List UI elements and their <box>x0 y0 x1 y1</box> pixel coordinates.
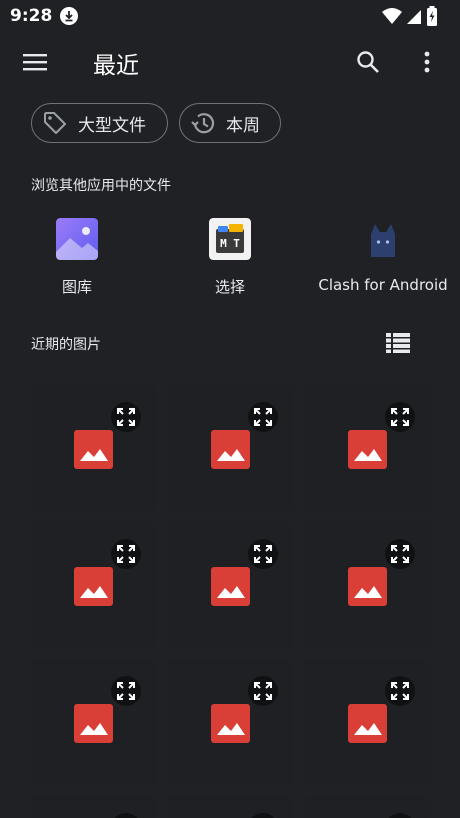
list-view-icon <box>386 333 410 353</box>
expand-preview-button[interactable] <box>385 676 415 706</box>
image-thumbnail[interactable] <box>167 522 293 648</box>
expand-preview-button[interactable] <box>385 402 415 432</box>
history-icon <box>190 110 216 136</box>
recent-images-label: 近期的图片 <box>31 337 101 353</box>
more-options-button[interactable] <box>408 42 446 82</box>
hamburger-menu-icon <box>23 54 47 71</box>
app-tile-mt-label: 选择 <box>214 278 245 296</box>
image-thumbnail[interactable] <box>304 659 430 785</box>
app-tile-gallery[interactable]: 图库 <box>12 218 142 297</box>
fullscreen-icon <box>254 682 272 700</box>
image-thumbnail[interactable] <box>167 659 293 785</box>
expand-preview-button[interactable] <box>248 676 278 706</box>
tag-icon <box>42 110 68 136</box>
image-placeholder-icon <box>348 704 387 743</box>
status-indicators <box>382 6 438 26</box>
status-time: 9:28 <box>10 6 53 26</box>
wifi-icon <box>382 8 402 24</box>
chip-this-week[interactable]: 本周 <box>179 103 281 143</box>
image-placeholder-icon <box>74 567 113 606</box>
expand-preview-button[interactable] <box>111 402 141 432</box>
image-placeholder-icon <box>74 704 113 743</box>
status-bar: 9:28 <box>0 0 460 32</box>
expand-preview-button[interactable] <box>248 813 278 818</box>
download-icon <box>60 7 79 25</box>
image-thumbnail[interactable] <box>304 522 430 648</box>
fullscreen-icon <box>391 408 409 426</box>
signal-icon <box>407 10 421 24</box>
menu-button[interactable] <box>12 42 58 82</box>
image-placeholder-icon <box>348 430 387 469</box>
fullscreen-icon <box>117 408 135 426</box>
fullscreen-icon <box>117 545 135 563</box>
expand-preview-button[interactable] <box>111 539 141 569</box>
list-view-toggle-button[interactable] <box>382 328 414 358</box>
image-thumbnail[interactable] <box>30 796 156 818</box>
page-title: 最近 <box>93 53 139 79</box>
expand-preview-button[interactable] <box>111 813 141 818</box>
image-thumbnail[interactable] <box>304 385 430 511</box>
app-tile-mt[interactable]: M T 选择 <box>165 218 295 297</box>
search-icon <box>357 51 379 73</box>
clash-cat-icon <box>362 218 404 260</box>
mt-app-icon: M T <box>209 218 251 260</box>
app-tile-gallery-label: 图库 <box>61 278 92 296</box>
browse-section-label: 浏览其他应用中的文件 <box>31 178 171 194</box>
image-thumbnail[interactable] <box>30 659 156 785</box>
search-button[interactable] <box>346 42 390 82</box>
image-placeholder-icon <box>211 704 250 743</box>
image-placeholder-icon <box>74 430 113 469</box>
image-placeholder-icon <box>211 567 250 606</box>
expand-preview-button[interactable] <box>111 676 141 706</box>
fullscreen-icon <box>391 682 409 700</box>
image-thumbnail[interactable] <box>30 522 156 648</box>
chip-large-files[interactable]: 大型文件 <box>31 103 168 143</box>
expand-preview-button[interactable] <box>248 539 278 569</box>
image-placeholder-icon <box>211 430 250 469</box>
image-thumbnail[interactable] <box>30 385 156 511</box>
fullscreen-icon <box>117 682 135 700</box>
fullscreen-icon <box>391 545 409 563</box>
app-tile-clash-label: Clash for Android <box>318 276 448 294</box>
image-thumbnail[interactable] <box>167 796 293 818</box>
expand-preview-button[interactable] <box>248 402 278 432</box>
chip-this-week-label: 本周 <box>226 115 260 136</box>
battery-icon <box>427 6 437 26</box>
fullscreen-icon <box>254 545 272 563</box>
image-thumbnail[interactable] <box>167 385 293 511</box>
image-thumbnail[interactable] <box>304 796 430 818</box>
expand-preview-button[interactable] <box>385 813 415 818</box>
more-vert-icon <box>424 51 430 73</box>
gallery-app-icon <box>56 218 98 260</box>
fullscreen-icon <box>254 408 272 426</box>
app-tile-clash[interactable]: Clash for Android <box>318 218 448 294</box>
expand-preview-button[interactable] <box>385 539 415 569</box>
image-placeholder-icon <box>348 567 387 606</box>
svg-text:M T: M T <box>220 237 240 250</box>
chip-large-files-label: 大型文件 <box>78 115 146 136</box>
top-app-bar: 最近 <box>0 34 460 90</box>
